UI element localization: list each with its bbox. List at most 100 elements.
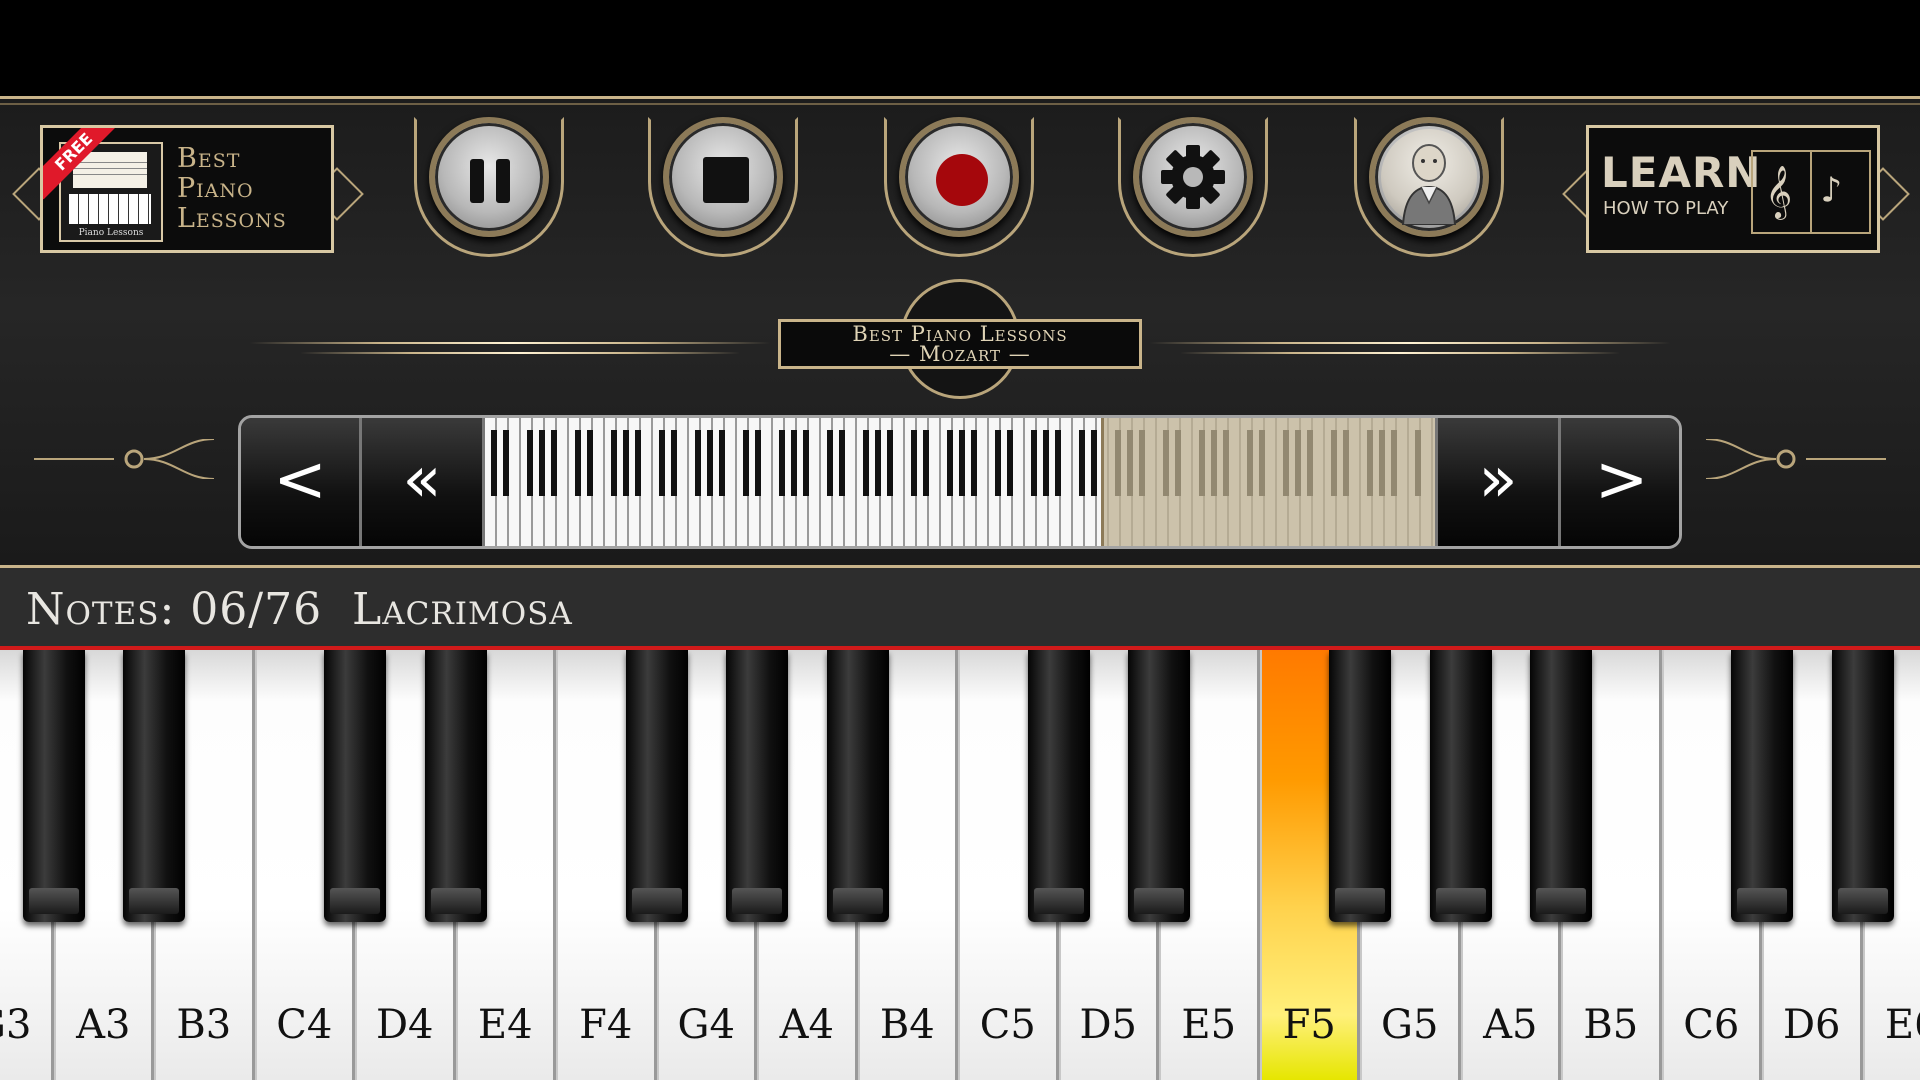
svg-text:𝄞: 𝄞 xyxy=(1765,165,1792,220)
minimap-black-key xyxy=(611,430,617,496)
minimap-black-key xyxy=(791,430,797,496)
key-label: B4 xyxy=(879,1002,935,1048)
black-key[interactable] xyxy=(1831,650,1894,922)
visible-range-window[interactable] xyxy=(1101,418,1457,546)
promo-title: Best Piano Lessons xyxy=(177,144,327,234)
minimap-black-key xyxy=(779,430,785,496)
black-key[interactable] xyxy=(1731,650,1793,922)
key-label: C6 xyxy=(1683,1002,1740,1048)
composer-button[interactable] xyxy=(1369,117,1489,237)
minimap-black-key xyxy=(587,430,593,496)
black-key[interactable] xyxy=(1329,650,1391,922)
black-key[interactable] xyxy=(726,650,788,922)
key-label: A5 xyxy=(1483,1002,1538,1048)
ornament-swirl xyxy=(1706,439,1886,479)
key-label: F5 xyxy=(1282,1002,1336,1048)
key-label: E4 xyxy=(477,1002,533,1048)
piano-keyboard: G3 A3 B3 C4 D4 E4 F4 G4 A4 B4 C5 D5 E5 F5 G5 A5 B5 C6 D6 E6 xyxy=(0,650,1920,1080)
minimap-black-key xyxy=(887,430,893,496)
minimap-black-key xyxy=(671,430,677,496)
minimap-black-key xyxy=(719,430,725,496)
key-label: G4 xyxy=(677,1002,735,1048)
stop-button[interactable] xyxy=(663,117,783,237)
black-key[interactable] xyxy=(826,650,889,922)
minimap-black-key xyxy=(863,430,869,496)
minimap-black-key xyxy=(743,430,749,496)
scroll-right-button[interactable]: > xyxy=(1558,418,1679,546)
fast-scroll-right-button[interactable]: » xyxy=(1435,418,1558,546)
stop-control xyxy=(648,117,798,257)
learn-subtitle: HOW TO PLAY xyxy=(1603,198,1729,219)
minimap-black-key xyxy=(707,430,713,496)
minimap-black-key xyxy=(575,430,581,496)
minimap-black-key xyxy=(1043,430,1049,496)
minimap-black-key xyxy=(695,430,701,496)
minimap-black-key xyxy=(947,430,953,496)
minimap-black-key xyxy=(527,430,533,496)
pause-control xyxy=(414,117,564,257)
minimap-black-key xyxy=(875,430,881,496)
black-key[interactable] xyxy=(1128,650,1190,922)
minimap-black-key xyxy=(1091,430,1097,496)
key-label: B5 xyxy=(1583,1002,1639,1048)
black-key[interactable] xyxy=(324,650,386,922)
record-control xyxy=(884,117,1034,257)
black-key[interactable] xyxy=(22,650,85,922)
svg-text:♪: ♪ xyxy=(1820,170,1842,210)
black-key[interactable] xyxy=(1530,650,1592,922)
pause-button[interactable] xyxy=(429,117,549,237)
song-info-bar: Notes: 06/76 Lacrimosa xyxy=(0,568,1920,650)
settings-control xyxy=(1118,117,1268,257)
record-button[interactable] xyxy=(899,117,1019,237)
stop-icon xyxy=(669,123,777,231)
minimap-black-key xyxy=(1079,430,1085,496)
minimap-black-key xyxy=(959,430,965,496)
key-label: F4 xyxy=(579,1002,633,1048)
emblem-title: Best Piano Lessons — Mozart — xyxy=(778,319,1142,369)
minimap-black-key xyxy=(491,430,497,496)
minimap-black-key xyxy=(503,430,509,496)
ornament-line xyxy=(250,342,770,344)
black-key[interactable] xyxy=(625,650,688,922)
fast-scroll-left-button[interactable]: « xyxy=(362,418,485,546)
minimap-black-key xyxy=(1007,430,1013,496)
promo-title-line: Lessons xyxy=(177,203,287,234)
promo-title-line: Piano xyxy=(177,173,254,204)
song-progress-text: Notes: 06/76 Lacrimosa xyxy=(26,584,573,635)
emblem-line-1: Best Piano Lessons xyxy=(852,322,1068,346)
minimap-black-key xyxy=(971,430,977,496)
black-key[interactable] xyxy=(1027,650,1090,922)
gear-icon xyxy=(1161,145,1225,209)
emblem-line-2: — Mozart — xyxy=(889,342,1031,366)
minimap-black-key xyxy=(1031,430,1037,496)
control-panel: Piano Lessons FREE Best Piano Lessons LE… xyxy=(0,96,1920,568)
black-key[interactable] xyxy=(424,650,487,922)
minimap-black-key xyxy=(911,430,917,496)
key-label: E6 xyxy=(1884,1002,1920,1048)
promo-banner[interactable]: Piano Lessons FREE Best Piano Lessons xyxy=(40,125,334,253)
minimap-black-key xyxy=(923,430,929,496)
minimap-black-key xyxy=(551,430,557,496)
key-label: A3 xyxy=(76,1002,131,1048)
learn-how-to-play-button[interactable]: LEARN HOW TO PLAY 𝄞 ♪ xyxy=(1586,125,1880,253)
key-label: C4 xyxy=(276,1002,333,1048)
key-label: B3 xyxy=(176,1002,232,1048)
promo-thumb-caption: Piano Lessons xyxy=(78,228,144,238)
keyboard-navigator: < « » > xyxy=(238,415,1682,549)
key-label: G5 xyxy=(1381,1002,1439,1048)
keyboard-minimap[interactable] xyxy=(485,418,1457,546)
black-key[interactable] xyxy=(123,650,185,922)
music-book-icon: 𝄞 ♪ xyxy=(1751,150,1871,234)
mozart-portrait-icon xyxy=(1381,129,1477,226)
ornament-line xyxy=(1150,342,1670,344)
black-key[interactable] xyxy=(1429,650,1492,922)
scroll-left-button[interactable]: < xyxy=(241,418,362,546)
key-label: G3 xyxy=(0,1002,32,1048)
settings-button[interactable] xyxy=(1133,117,1253,237)
promo-title-line: Best xyxy=(177,143,241,174)
composer-control xyxy=(1354,117,1504,257)
minimap-black-key xyxy=(827,430,833,496)
key-label: D5 xyxy=(1079,1002,1138,1048)
record-icon xyxy=(905,123,1013,231)
key-label: D4 xyxy=(375,1002,434,1048)
